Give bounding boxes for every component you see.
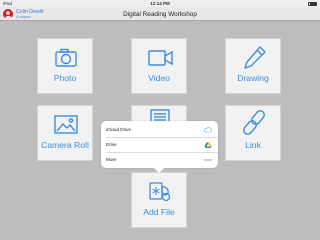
camera-roll-button[interactable]: Camera Roll (37, 105, 93, 161)
add-file-icon (149, 182, 171, 202)
camera-icon (55, 48, 77, 67)
link-label: Link (245, 140, 261, 150)
popover-item-icloud-drive[interactable]: iCloud Drive (101, 123, 218, 137)
link-button[interactable]: Link (225, 105, 281, 161)
status-bar: iPad 12:14 PM (0, 0, 320, 7)
popover-item-label: iCloud Drive (106, 127, 132, 132)
camera-roll-label: Camera Roll (41, 140, 89, 150)
battery-icon (308, 1, 317, 6)
popover-item-label: Drive (106, 142, 117, 147)
photo-button[interactable]: Photo (37, 38, 93, 94)
nav-bar: Colin Dewitt 4 classes Digital Reading W… (0, 7, 320, 21)
link-icon (243, 110, 265, 135)
google-drive-icon (204, 142, 212, 148)
more-icon (204, 159, 212, 161)
drawing-label: Drawing (237, 73, 269, 83)
popover-item-drive[interactable]: Drive (101, 138, 218, 152)
file-source-popover: iCloud Drive Drive More (101, 121, 218, 173)
status-time: 12:14 PM (150, 1, 170, 6)
photo-label: Photo (53, 73, 77, 83)
add-file-button[interactable]: Add File (131, 172, 187, 228)
pencil-icon (244, 46, 266, 69)
video-camera-icon (148, 50, 173, 66)
page-title: Digital Reading Workshop (123, 10, 197, 18)
video-button[interactable]: Video (131, 38, 187, 94)
cloud-icon (204, 127, 212, 133)
popover-item-label: More (106, 157, 117, 162)
add-file-label: Add File (143, 207, 175, 217)
popover-item-more[interactable]: More (101, 153, 218, 167)
image-icon (54, 115, 78, 134)
drawing-button[interactable]: Drawing (225, 38, 281, 94)
video-label: Video (148, 73, 170, 83)
